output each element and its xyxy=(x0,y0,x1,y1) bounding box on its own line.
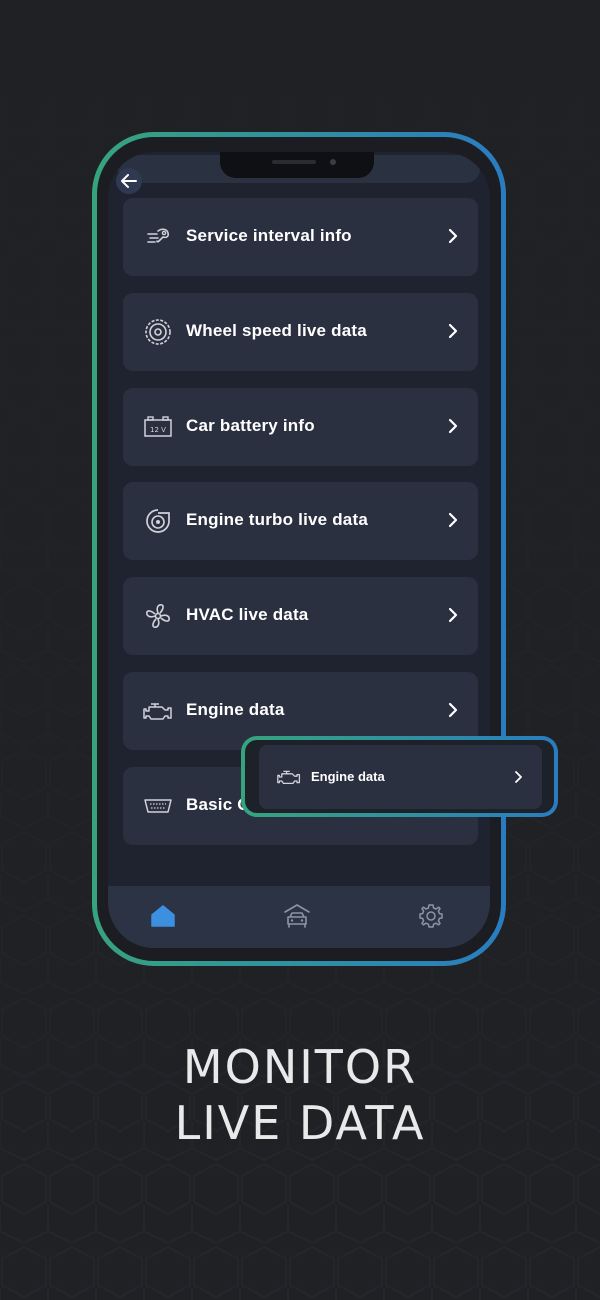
popout-inner: Engine data xyxy=(245,740,554,813)
popout-engine-data-item[interactable]: Engine data xyxy=(259,745,542,809)
nav-settings-button[interactable] xyxy=(414,899,448,933)
highlight-popout: Engine data xyxy=(241,736,558,817)
nav-home-button[interactable] xyxy=(146,899,180,933)
fan-icon xyxy=(143,601,173,631)
chevron-right-icon xyxy=(448,323,458,339)
battery-icon-text: 12 V xyxy=(150,426,166,434)
menu-item-engine-turbo[interactable]: Engine turbo live data xyxy=(123,482,478,560)
headline-line-1: MONITOR xyxy=(182,1040,418,1094)
garage-car-icon xyxy=(284,904,310,928)
phone-frame: Service interval info Wheel speed live d… xyxy=(92,132,506,966)
headline-line-2: LIVE DATA xyxy=(174,1096,426,1150)
menu-item-label: Wheel speed live data xyxy=(186,321,367,340)
engine-icon xyxy=(277,770,301,785)
wheel-icon xyxy=(143,317,173,347)
battery-icon: 12 V xyxy=(143,412,173,442)
chevron-right-icon xyxy=(448,512,458,528)
chevron-right-icon xyxy=(448,418,458,434)
home-icon xyxy=(151,905,175,927)
chevron-right-icon xyxy=(448,228,458,244)
back-button[interactable] xyxy=(116,168,142,194)
menu-item-car-battery[interactable]: 12 V Car battery info xyxy=(123,388,478,466)
menu-item-wheel-speed[interactable]: Wheel speed live data xyxy=(123,293,478,371)
engine-icon xyxy=(143,696,173,726)
nav-garage-button[interactable] xyxy=(280,899,314,933)
menu-item-label: HVAC live data xyxy=(186,605,309,624)
menu-item-label: Car battery info xyxy=(186,416,315,435)
menu-item-service-interval[interactable]: Service interval info xyxy=(123,198,478,276)
chevron-right-icon xyxy=(448,607,458,623)
arrow-left-icon xyxy=(121,174,137,188)
service-interval-icon xyxy=(143,222,173,252)
bottom-navigation xyxy=(108,886,490,948)
phone-notch xyxy=(220,152,374,178)
turbo-icon xyxy=(143,506,173,536)
menu-item-label: Engine data xyxy=(186,700,285,719)
chevron-right-icon xyxy=(448,702,458,718)
gear-icon xyxy=(419,904,443,928)
menu-item-label: Service interval info xyxy=(186,226,352,245)
notch-speaker xyxy=(272,160,316,164)
phone-body: Service interval info Wheel speed live d… xyxy=(97,137,501,961)
chevron-right-icon xyxy=(515,771,522,783)
obd-connector-icon xyxy=(143,791,173,821)
notch-camera xyxy=(330,159,336,165)
menu-item-label: Engine turbo live data xyxy=(186,510,368,529)
popout-label: Engine data xyxy=(311,769,385,784)
menu-item-hvac[interactable]: HVAC live data xyxy=(123,577,478,655)
phone-screen: Service interval info Wheel speed live d… xyxy=(108,152,490,948)
